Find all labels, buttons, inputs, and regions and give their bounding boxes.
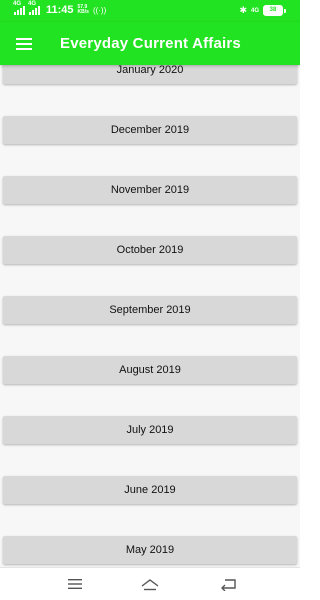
month-button-may-2019[interactable]: May 2019 <box>3 536 297 564</box>
month-button-october-2019[interactable]: October 2019 <box>3 236 297 264</box>
hotspot-icon: ((·)) <box>92 5 107 15</box>
status-left: 4G 4G 11:45 57.9 KB/s ((·)) <box>13 1 107 16</box>
app-bar: Everyday Current Affairs <box>0 22 300 65</box>
battery-icon: 38 <box>263 5 286 16</box>
signal-icon-2: 4G <box>28 1 40 15</box>
month-button-june-2019[interactable]: June 2019 <box>3 476 297 504</box>
app-title: Everyday Current Affairs <box>60 35 241 52</box>
clock: 11:45 <box>46 4 74 16</box>
status-bar: 4G 4G 11:45 57.9 KB/s ((·)) ✱ 4G 38 <box>0 0 300 22</box>
network-type-2: 4G <box>28 1 37 7</box>
month-button-november-2019[interactable]: November 2019 <box>3 176 297 204</box>
hamburger-menu-icon[interactable] <box>10 30 38 58</box>
bluetooth-icon: ✱ <box>239 5 247 15</box>
back-icon[interactable] <box>218 574 238 594</box>
month-button-july-2019[interactable]: July 2019 <box>3 416 297 444</box>
battery-level: 38 <box>263 5 283 16</box>
data-label: 4G <box>250 7 259 14</box>
network-speed: 57.9 KB/s <box>78 5 89 15</box>
network-type-1: 4G <box>13 1 22 7</box>
month-button-january-2020[interactable]: January 2020 <box>3 65 297 84</box>
speed-unit: KB/s <box>77 9 89 15</box>
status-right: ✱ 4G 38 <box>239 5 286 16</box>
navigation-bar <box>0 567 300 600</box>
month-button-september-2019[interactable]: September 2019 <box>3 296 297 324</box>
signal-icon: 4G <box>13 1 25 15</box>
screen: 4G 4G 11:45 57.9 KB/s ((·)) ✱ 4G 38 Ever… <box>0 0 300 600</box>
home-icon[interactable] <box>140 574 160 594</box>
month-button-december-2019[interactable]: December 2019 <box>3 116 297 144</box>
month-list[interactable]: January 2020 December 2019 November 2019… <box>0 65 300 568</box>
recents-icon[interactable] <box>65 574 85 594</box>
month-button-august-2019[interactable]: August 2019 <box>3 356 297 384</box>
